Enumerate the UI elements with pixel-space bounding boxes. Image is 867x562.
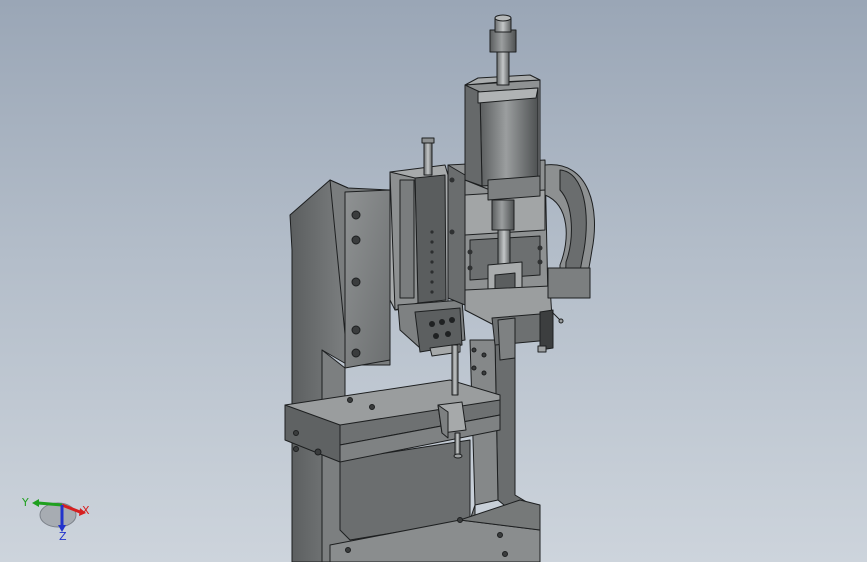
side-pin <box>551 311 564 324</box>
x-axis-label: X <box>82 504 90 517</box>
servo-cylinder[interactable] <box>464 14 541 201</box>
linear-actuator-left[interactable] <box>389 137 449 311</box>
cad-viewport[interactable]: X Y Z <box>0 0 867 562</box>
machine-model[interactable]: X Y Z <box>0 0 867 562</box>
y-axis-arrowhead <box>32 499 39 507</box>
curved-guard <box>544 164 595 299</box>
y-axis-arrow <box>37 501 63 507</box>
y-axis-label: Y <box>21 496 29 509</box>
z-axis-label: Z <box>59 530 67 543</box>
axis-triad: X Y Z <box>21 496 90 543</box>
